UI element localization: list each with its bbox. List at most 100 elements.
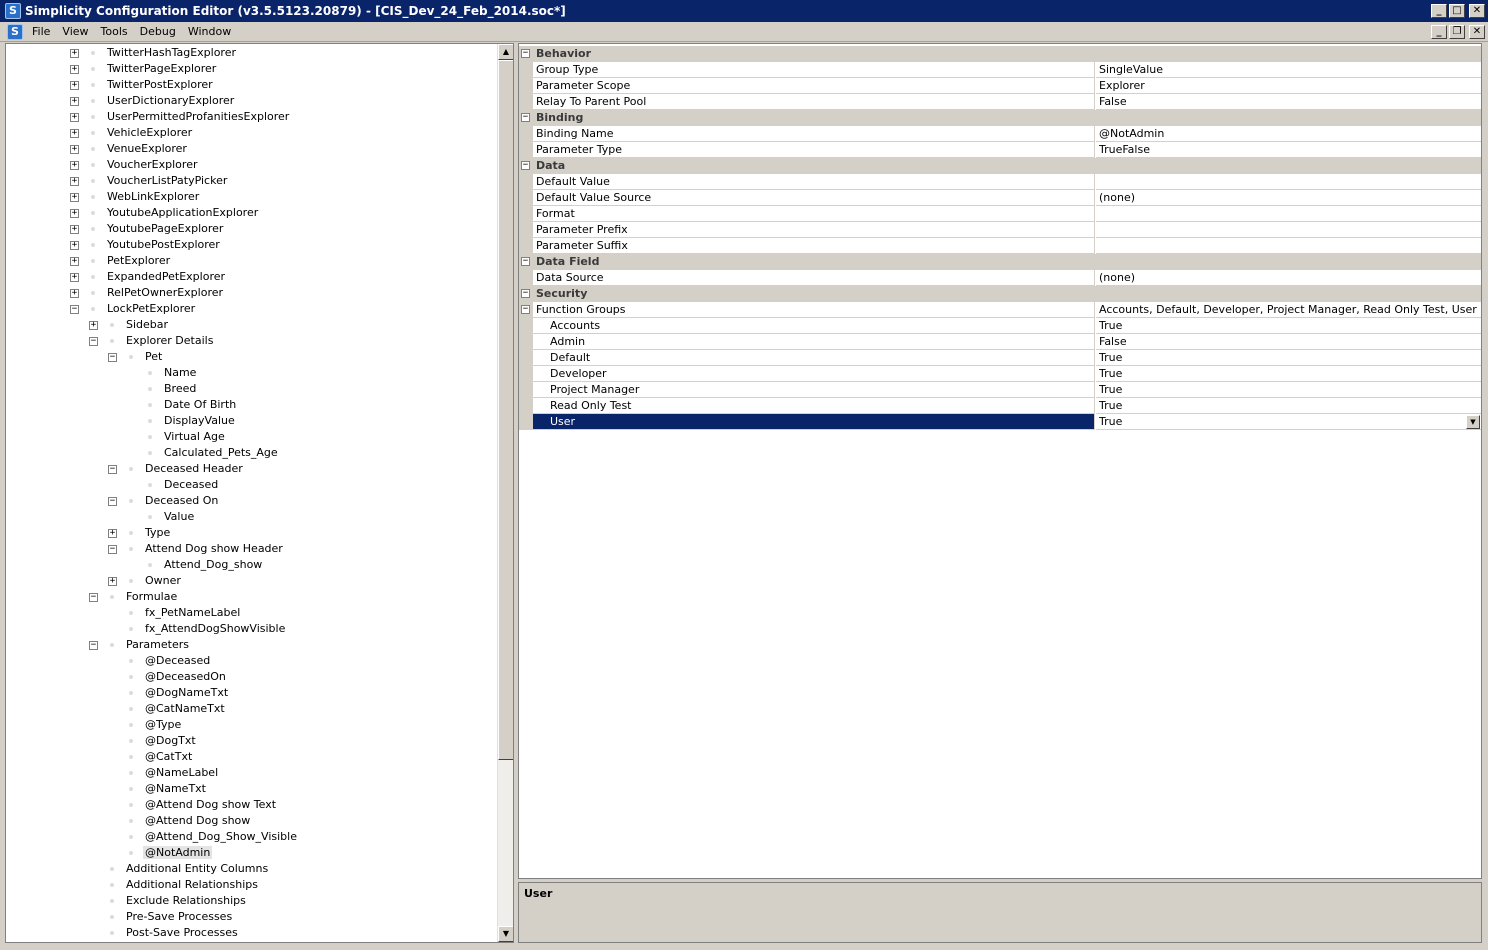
tree-node-label[interactable]: Value [162, 510, 196, 523]
tree-node-label[interactable]: VoucherExplorer [105, 158, 199, 171]
tree-node-label[interactable]: @Attend Dog show [143, 814, 252, 827]
tree-node-label[interactable]: YoutubePageExplorer [105, 222, 225, 235]
tree-node[interactable]: @Attend Dog show [6, 813, 498, 829]
expand-plus-icon[interactable]: + [89, 321, 98, 330]
property-value[interactable]: @NotAdmin [1096, 126, 1481, 142]
tree-vertical-scrollbar[interactable]: ▲ ▼ [497, 44, 513, 942]
property-row[interactable]: Group Type SingleValue [519, 62, 1481, 78]
tree-node-label[interactable]: @Type [143, 718, 183, 731]
tree-node[interactable]: @DogTxt [6, 733, 498, 749]
tree-node-label[interactable]: TwitterPageExplorer [105, 62, 218, 75]
tree-node-label[interactable]: Type [143, 526, 172, 539]
expand-plus-icon[interactable]: + [70, 273, 79, 282]
tree-node[interactable]: + WebLinkExplorer [6, 189, 498, 205]
tree-node[interactable]: + ExpandedPetExplorer [6, 269, 498, 285]
tree-node-label[interactable]: fx_AttendDogShowVisible [143, 622, 287, 635]
tree-node-label[interactable]: WebLinkExplorer [105, 190, 201, 203]
property-row[interactable]: Relay To Parent Pool False [519, 94, 1481, 110]
property-name[interactable]: Binding Name [533, 126, 1095, 142]
tree-node-label[interactable]: DisplayValue [162, 414, 237, 427]
menu-view[interactable]: View [56, 25, 94, 38]
property-name[interactable]: Group Type [533, 62, 1095, 78]
tree-node-label[interactable]: Deceased Header [143, 462, 245, 475]
property-row[interactable]: Project Manager True [519, 382, 1481, 398]
property-name[interactable]: Default [533, 350, 1095, 366]
property-value[interactable]: True [1096, 382, 1481, 398]
property-category[interactable]: − Data [519, 158, 1481, 174]
tree-node-label[interactable]: YoutubePostExplorer [105, 238, 222, 251]
collapse-minus-icon[interactable]: − [89, 641, 98, 650]
tree-node[interactable]: Attend_Dog_show [6, 557, 498, 573]
property-category[interactable]: − Behavior [519, 46, 1481, 62]
tree-node-label[interactable]: Calculated_Pets_Age [162, 446, 280, 459]
configuration-tree[interactable]: + TwitterHashTagExplorer + TwitterPageExplo… [5, 43, 514, 943]
tree-node[interactable]: @DeceasedOn [6, 669, 498, 685]
tree-node[interactable]: @Type [6, 717, 498, 733]
tree-node[interactable]: Date Of Birth [6, 397, 498, 413]
property-name[interactable]: Parameter Suffix [533, 238, 1095, 254]
tree-node[interactable]: Name [6, 365, 498, 381]
tree-node-label[interactable]: @CatTxt [143, 750, 194, 763]
tree-node-label[interactable]: @NameLabel [143, 766, 220, 779]
tree-node-label[interactable]: YoutubeApplicationExplorer [105, 206, 260, 219]
property-name[interactable]: Relay To Parent Pool [533, 94, 1095, 110]
expand-plus-icon[interactable]: + [70, 193, 79, 202]
tree-node-label[interactable]: Additional Entity Columns [124, 862, 270, 875]
tree-node-label[interactable]: RelPetOwnerExplorer [105, 286, 225, 299]
property-row[interactable]: Default True [519, 350, 1481, 366]
property-name[interactable]: Project Manager [533, 382, 1095, 398]
tree-node[interactable]: Pre-Save Processes [6, 909, 498, 925]
property-value[interactable]: False [1096, 334, 1481, 350]
property-value[interactable]: True [1096, 350, 1481, 366]
collapse-minus-icon[interactable]: − [521, 305, 530, 314]
tree-node-label[interactable]: UserDictionaryExplorer [105, 94, 236, 107]
tree-node[interactable]: + YoutubeApplicationExplorer [6, 205, 498, 221]
document-icon[interactable]: S [7, 23, 23, 40]
tree-node-label[interactable]: Pre-Save Processes [124, 910, 234, 923]
property-row[interactable]: Default Value Source (none) [519, 190, 1481, 206]
tree-node[interactable]: @NameTxt [6, 781, 498, 797]
tree-node[interactable]: @Deceased [6, 653, 498, 669]
expand-plus-icon[interactable]: + [70, 129, 79, 138]
tree-node[interactable]: + TwitterHashTagExplorer [6, 45, 498, 61]
property-name[interactable]: Parameter Type [533, 142, 1095, 158]
tree-node-label[interactable]: Attend_Dog_show [162, 558, 264, 571]
collapse-minus-icon[interactable]: − [108, 353, 117, 362]
property-value[interactable] [1096, 222, 1481, 238]
tree-node[interactable]: + YoutubePostExplorer [6, 237, 498, 253]
tree-node[interactable]: + UserDictionaryExplorer [6, 93, 498, 109]
tree-node[interactable]: @NotAdmin [6, 845, 498, 861]
property-value[interactable]: Explorer [1096, 78, 1481, 94]
tree-node-label[interactable]: @Attend_Dog_Show_Visible [143, 830, 299, 843]
tree-node[interactable]: @CatTxt [6, 749, 498, 765]
tree-node[interactable]: + UserPermittedProfanitiesExplorer [6, 109, 498, 125]
tree-node-label[interactable]: @NotAdmin [143, 846, 213, 859]
mdi-minimize-button[interactable]: _ [1431, 24, 1447, 39]
property-name[interactable]: Admin [533, 334, 1095, 350]
tree-node[interactable]: Post-Save Processes [6, 925, 498, 941]
tree-node-label[interactable]: @DogNameTxt [143, 686, 230, 699]
property-value[interactable]: True [1096, 398, 1481, 414]
property-name[interactable]: Data Source [533, 270, 1095, 286]
tree-node-label[interactable]: Exclude Relationships [124, 894, 248, 907]
tree-node-label[interactable]: @DogTxt [143, 734, 198, 747]
tree-node[interactable]: − Explorer Details [6, 333, 498, 349]
tree-node-label[interactable]: Attend Dog show Header [143, 542, 285, 555]
collapse-minus-icon[interactable]: − [521, 49, 530, 58]
expand-plus-icon[interactable]: + [70, 161, 79, 170]
property-name[interactable]: Format [533, 206, 1095, 222]
tree-node[interactable]: + Owner [6, 573, 498, 589]
tree-node[interactable]: @NameLabel [6, 765, 498, 781]
property-row[interactable]: Format [519, 206, 1481, 222]
property-row[interactable]: Parameter Prefix [519, 222, 1481, 238]
collapse-minus-icon[interactable]: − [70, 305, 79, 314]
tree-node-label[interactable]: Additional Relationships [124, 878, 260, 891]
menu-tools[interactable]: Tools [95, 25, 134, 38]
expand-plus-icon[interactable]: + [108, 577, 117, 586]
property-row[interactable]: Admin False [519, 334, 1481, 350]
tree-node-label[interactable]: LockPetExplorer [105, 302, 197, 315]
tree-node[interactable]: − Formulae [6, 589, 498, 605]
property-value[interactable]: True [1096, 366, 1481, 382]
collapse-minus-icon[interactable]: − [521, 161, 530, 170]
expand-plus-icon[interactable]: + [70, 241, 79, 250]
